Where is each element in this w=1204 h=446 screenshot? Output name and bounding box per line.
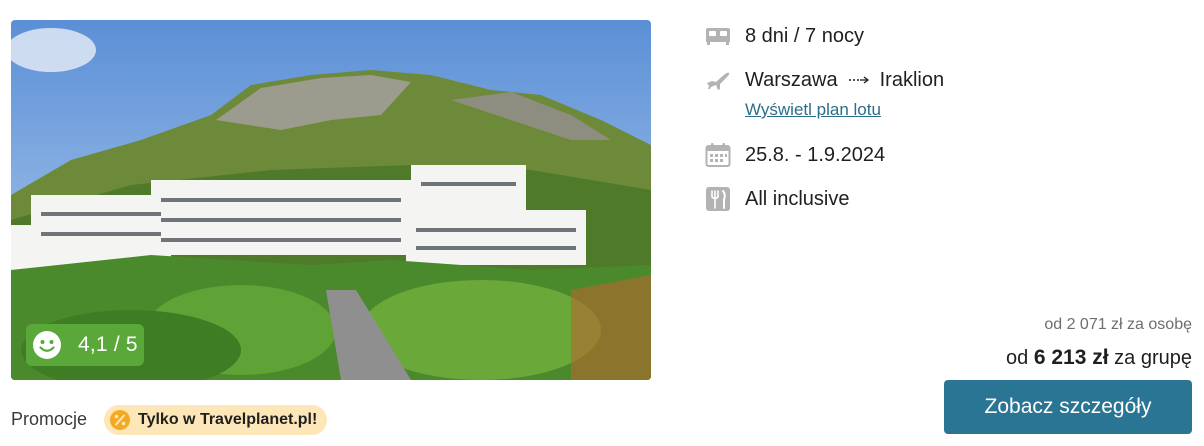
promo-badge-text: Tylko w Travelplanet.pl! (138, 411, 318, 428)
flight-plan-link[interactable]: Wyświetl plan lotu (745, 100, 881, 120)
route-origin: Warszawa (745, 68, 838, 91)
see-details-button[interactable]: Zobacz szczegóły (944, 380, 1192, 434)
dates-row: 25.8. - 1.9.2024 (704, 141, 885, 169)
restaurant-icon (704, 185, 732, 213)
route-destination: Iraklion (879, 68, 945, 91)
plane-icon (704, 66, 732, 94)
route-arrow-icon (848, 76, 869, 84)
route-row: Warszawa Iraklion (704, 66, 944, 94)
duration-row: 8 dni / 7 nocy (704, 22, 864, 50)
percent-badge-icon (110, 410, 130, 430)
rating-badge: 4,1 / 5 (26, 324, 144, 366)
price-per-person: od 2 071 zł za osobę (1044, 316, 1192, 333)
rating-score: 4,1 / 5 (78, 333, 138, 356)
board-row: All inclusive (704, 185, 849, 213)
calendar-icon (704, 141, 732, 169)
price-group: od 6 213 zł za grupę (1006, 346, 1192, 370)
price-group-suffix: za grupę (1114, 347, 1192, 369)
dates-text: 25.8. - 1.9.2024 (745, 143, 886, 166)
smiley-face-icon (33, 331, 61, 359)
price-group-amount: 6 213 zł (1033, 346, 1109, 369)
bed-icon (704, 22, 732, 50)
duration-text: 8 dni / 7 nocy (745, 24, 864, 47)
price-group-prefix: od (1006, 347, 1029, 369)
board-text: All inclusive (745, 187, 850, 210)
promo-label: Promocje (11, 409, 88, 429)
promo-badge[interactable]: Tylko w Travelplanet.pl! (104, 405, 328, 435)
